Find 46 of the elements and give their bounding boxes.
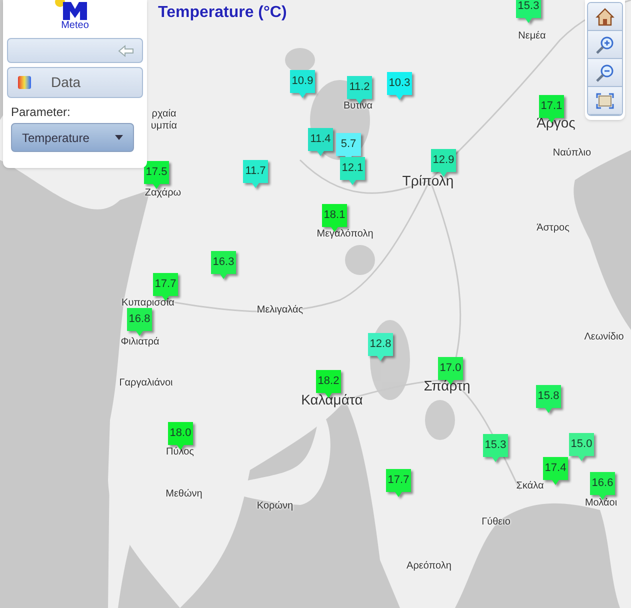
color-scale-icon — [18, 76, 31, 89]
logo-text: Meteo — [61, 20, 89, 32]
temperature-marker[interactable]: 15.3 — [516, 0, 541, 23]
temperature-marker[interactable]: 15.3 — [483, 434, 508, 462]
house-icon — [595, 6, 615, 26]
place-label: Γύθειο — [482, 516, 510, 530]
place-label: υμπία — [150, 120, 178, 134]
place-label: Άστρος — [536, 222, 570, 236]
map-title: Temperature (°C) — [158, 3, 287, 23]
dropdown-caret-icon — [115, 135, 123, 140]
full-extent-icon — [596, 92, 614, 108]
temperature-marker[interactable]: 17.7 — [386, 469, 411, 497]
zoom-in-icon — [595, 34, 615, 54]
place-label: Νεμέα — [518, 30, 546, 44]
place-label: Φιλιατρά — [120, 336, 160, 350]
extent-button[interactable] — [588, 87, 622, 115]
back-arrow-icon — [118, 44, 134, 56]
place-label: ρχαία — [152, 108, 176, 121]
temperature-marker[interactable]: 17.5 — [144, 161, 169, 189]
place-label: Κορώνη — [256, 500, 294, 514]
place-label: Ναύπλιο — [552, 146, 592, 160]
temperature-marker[interactable]: 12.1 — [340, 157, 365, 185]
place-label: Γαργαλιάνοι — [119, 376, 173, 390]
temperature-marker[interactable]: 16.3 — [211, 251, 236, 279]
temperature-marker[interactable]: 15.8 — [536, 385, 561, 413]
temperature-marker[interactable]: 16.8 — [127, 308, 152, 336]
place-label: Σκάλα — [516, 480, 544, 494]
place-label: Μελιγαλάς — [256, 304, 304, 318]
place-label: Ζαχάρω — [144, 186, 182, 200]
place-label: Αρεόπολη — [406, 560, 452, 574]
data-button[interactable]: Data — [7, 67, 143, 98]
parameter-dropdown[interactable]: Temperature — [11, 123, 134, 152]
temperature-marker[interactable]: 17.4 — [543, 457, 568, 485]
place-label: Μεθώνη — [166, 488, 202, 502]
temperature-marker[interactable]: 11.4 — [308, 128, 333, 156]
temperature-marker[interactable]: 10.3 — [387, 72, 412, 100]
temperature-marker[interactable]: 12.9 — [431, 149, 456, 177]
home-button[interactable] — [588, 3, 622, 31]
zoom-out-icon — [595, 62, 615, 82]
temperature-marker[interactable]: 15.0 — [569, 433, 594, 461]
place-label: Λεωνίδιο — [584, 330, 624, 344]
temperature-marker[interactable]: 10.9 — [290, 70, 315, 98]
zoom-in-button[interactable] — [588, 31, 622, 59]
zoom-out-button[interactable] — [588, 59, 622, 87]
temperature-marker[interactable]: 11.7 — [243, 160, 268, 188]
parameter-label: Parameter: — [11, 104, 72, 121]
